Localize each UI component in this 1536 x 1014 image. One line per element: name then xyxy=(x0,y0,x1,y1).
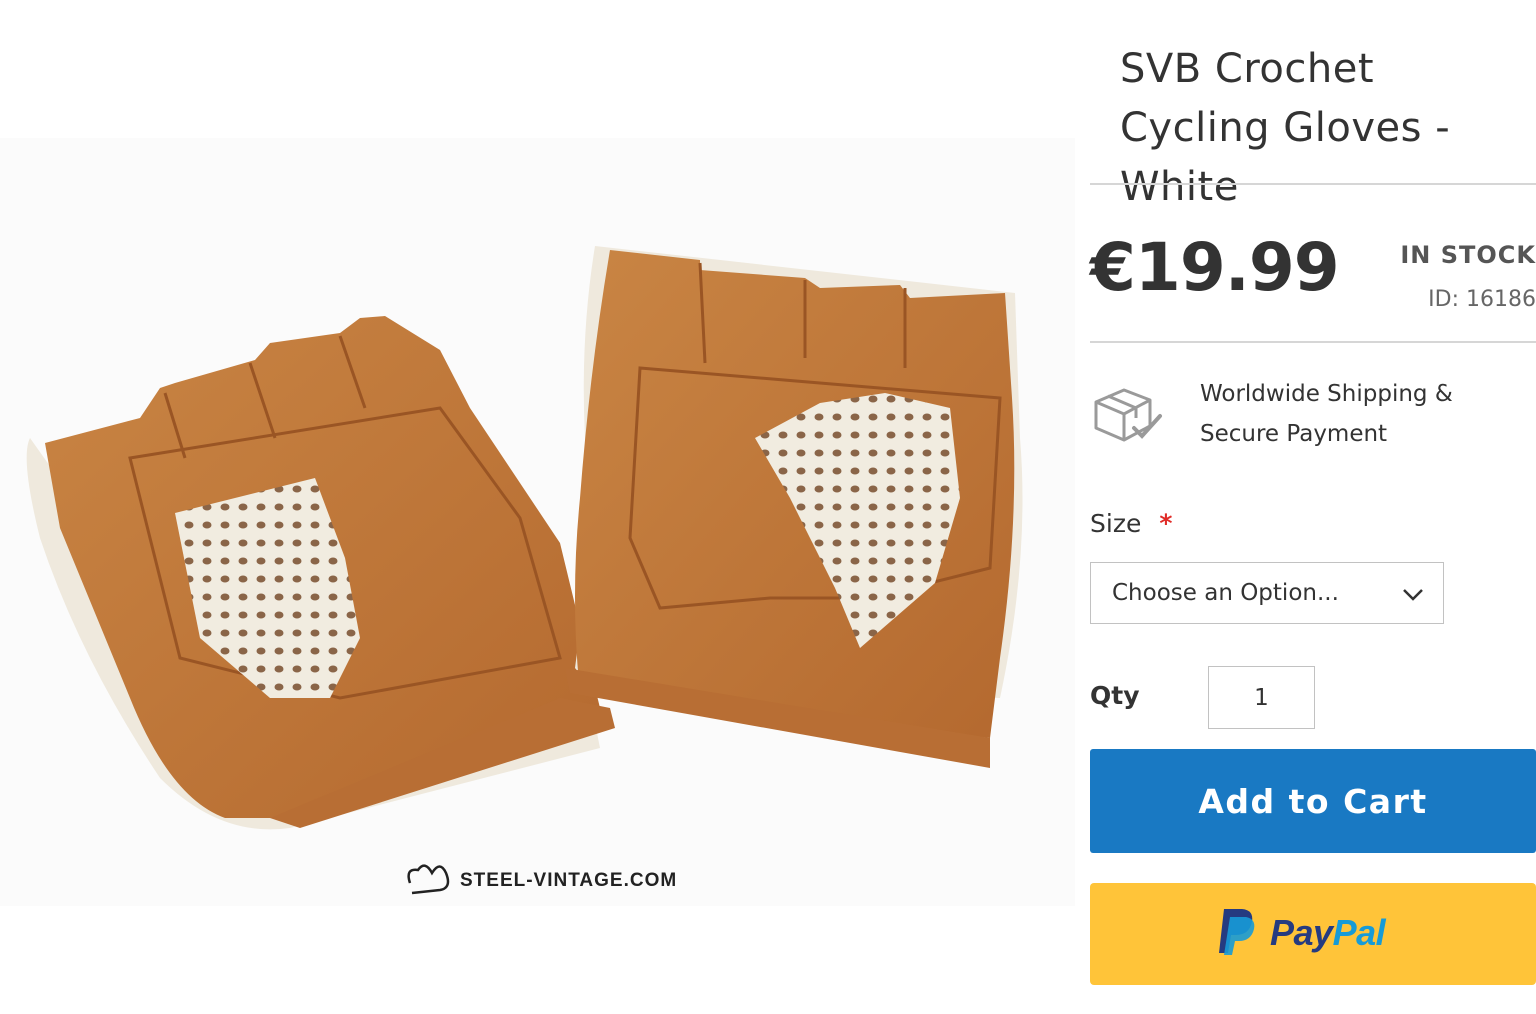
divider xyxy=(1090,183,1536,185)
right-glove-image xyxy=(565,246,1023,768)
add-to-cart-button[interactable]: Add to Cart xyxy=(1090,749,1536,853)
size-select[interactable]: Choose an Option... xyxy=(1090,562,1444,624)
product-price: €19.99 xyxy=(1090,229,1340,306)
steel-vintage-logo-icon xyxy=(407,864,450,895)
product-image: STEEL-VINTAGE.COM xyxy=(26,246,1023,895)
divider xyxy=(1090,341,1536,343)
left-glove-image xyxy=(26,316,615,830)
paypal-button[interactable]: PayPal xyxy=(1090,883,1536,985)
product-info-panel: SVB Crochet Cycling Gloves - White €19.9… xyxy=(1090,0,1536,1014)
product-sku: ID: 16186 xyxy=(1428,287,1536,312)
stock-status: IN STOCK xyxy=(1400,241,1536,269)
product-title: SVB Crochet Cycling Gloves - White xyxy=(1120,46,1451,210)
box-check-icon xyxy=(1094,388,1162,442)
size-select-value: Choose an Option... xyxy=(1112,580,1339,606)
product-image-gallery[interactable]: STEEL-VINTAGE.COM xyxy=(0,138,1075,906)
image-watermark: STEEL-VINTAGE.COM xyxy=(460,870,677,891)
size-label-text: Size xyxy=(1090,509,1142,538)
paypal-logo-icon xyxy=(1219,909,1255,955)
qty-input[interactable] xyxy=(1208,666,1315,729)
size-label: Size * xyxy=(1090,508,1172,540)
qty-label: Qty xyxy=(1090,681,1140,710)
shipping-info-text: Worldwide Shipping & Secure Payment xyxy=(1200,381,1453,447)
required-asterisk: * xyxy=(1159,509,1173,538)
chevron-down-icon xyxy=(1403,589,1423,601)
paypal-wordmark: PayPal xyxy=(1270,912,1386,953)
